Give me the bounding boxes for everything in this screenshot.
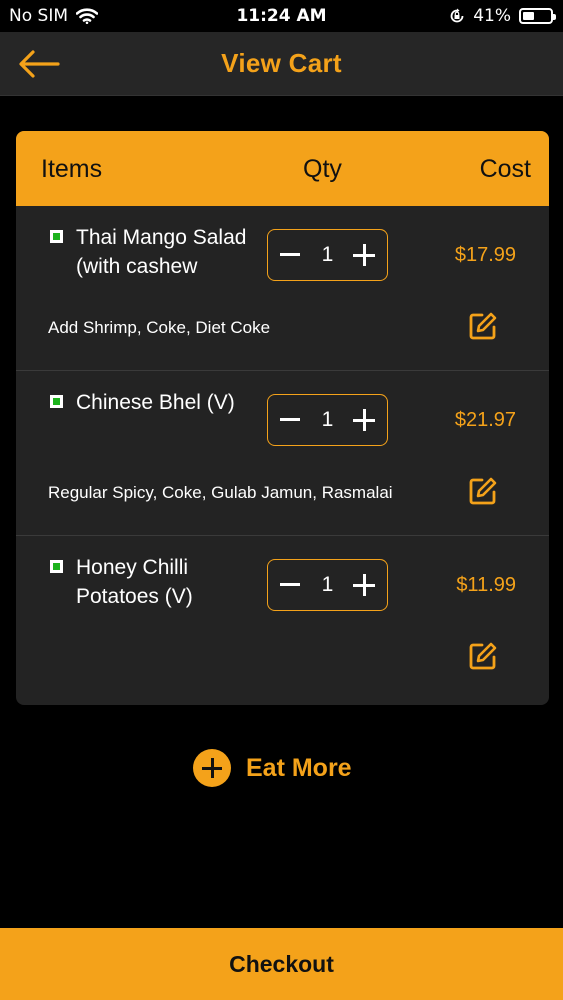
battery-icon [519, 8, 556, 24]
veg-indicator-icon [50, 560, 63, 573]
item-price: $17.99 [454, 244, 516, 266]
battery-fill [523, 12, 534, 20]
cart-item: Honey Chilli Potatoes (V) 1 $11.99 [16, 536, 549, 701]
edit-icon[interactable] [468, 311, 498, 341]
cart-item: Thai Mango Salad (with cashew 1 $17.99 A… [16, 206, 549, 371]
battery-percent: 41% [473, 6, 511, 26]
page-title: View Cart [221, 48, 342, 78]
edit-icon[interactable] [468, 476, 498, 506]
quantity-stepper: 1 [267, 394, 388, 446]
cart-item: Chinese Bhel (V) 1 $21.97 Regular Spicy,… [16, 371, 549, 536]
quantity-stepper: 1 [267, 559, 388, 611]
column-header-items: Items [41, 155, 103, 183]
cart-table: Items Qty Cost Thai Mango Salad (with ca… [16, 131, 549, 705]
column-header-cost: Cost [479, 155, 531, 183]
cart-header: Items Qty Cost [16, 131, 549, 206]
checkout-button[interactable]: Checkout [0, 928, 563, 1000]
veg-indicator-icon [50, 395, 63, 408]
item-addons: Add Shrimp, Coke, Diet Coke [48, 318, 271, 337]
status-right: 41% [449, 6, 556, 26]
item-name: Thai Mango Salad (with cashew [76, 226, 247, 278]
app-header: View Cart [0, 32, 563, 96]
eat-more-label: Eat More [246, 753, 352, 782]
orientation-lock-icon [450, 8, 464, 23]
column-header-qty: Qty [303, 155, 342, 183]
checkout-label: Checkout [229, 951, 334, 977]
add-circle-icon [193, 749, 231, 787]
edit-icon[interactable] [468, 641, 498, 671]
increase-qty-button[interactable] [353, 574, 375, 596]
quantity-stepper: 1 [267, 229, 388, 281]
item-price: $11.99 [456, 574, 516, 596]
eat-more-button[interactable]: Eat More [193, 749, 352, 787]
status-bar: No SIM 11:24 AM 41% [0, 0, 563, 32]
item-addons: Regular Spicy, Coke, Gulab Jamun, Rasmal… [48, 483, 393, 502]
increase-qty-button[interactable] [353, 409, 375, 431]
increase-qty-button[interactable] [353, 244, 375, 266]
veg-indicator-icon [50, 230, 63, 243]
item-name: Honey Chilli Potatoes (V) [76, 556, 193, 608]
item-name: Chinese Bhel (V) [76, 391, 235, 414]
item-price: $21.97 [454, 409, 516, 431]
